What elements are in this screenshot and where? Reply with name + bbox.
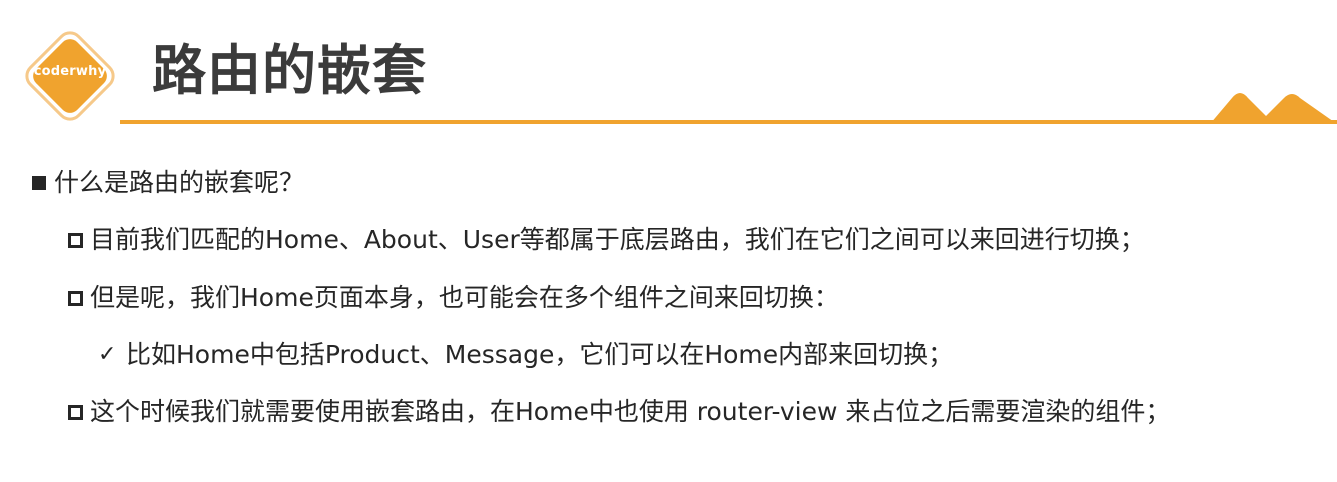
logo-text: coderwhy	[33, 64, 107, 79]
bullet-item-level2: 但是呢，我们Home页面本身，也可能会在多个组件之间来回切换：	[68, 281, 839, 315]
bullet-text: 什么是路由的嵌套呢？	[54, 168, 305, 197]
hollow-square-bullet-icon	[68, 232, 83, 248]
filled-square-bullet-icon	[32, 176, 46, 190]
bullet-text: 这个时候我们就需要使用嵌套路由，在Home中也使用 router-view 来占…	[90, 397, 1171, 426]
bullet-item-level2: 这个时候我们就需要使用嵌套路由，在Home中也使用 router-view 来占…	[68, 395, 1170, 429]
bullet-item-level2: 目前我们匹配的Home、About、User等都属于底层路由，我们在它们之间可以…	[68, 223, 1145, 257]
hollow-square-bullet-icon	[68, 290, 83, 306]
slide-title: 路由的嵌套	[152, 39, 427, 102]
mountain-decoration	[1210, 93, 1337, 124]
title-divider-line	[120, 120, 1337, 124]
bullet-item-level1: 什么是路由的嵌套呢？	[32, 166, 304, 200]
bullet-text: 但是呢，我们Home页面本身，也可能会在多个组件之间来回切换：	[90, 283, 839, 312]
bullet-text: 比如Home中包括Product、Message，它们可以在Home内部来回切换…	[126, 340, 954, 369]
bullet-text: 目前我们匹配的Home、About、User等都属于底层路由，我们在它们之间可以…	[90, 225, 1145, 254]
bullet-item-level3: ✓ 比如Home中包括Product、Message，它们可以在Home内部来回…	[98, 338, 953, 372]
hollow-square-bullet-icon	[68, 404, 83, 420]
checkmark-icon: ✓	[98, 342, 117, 367]
coderwhy-logo: coderwhy	[20, 28, 120, 124]
